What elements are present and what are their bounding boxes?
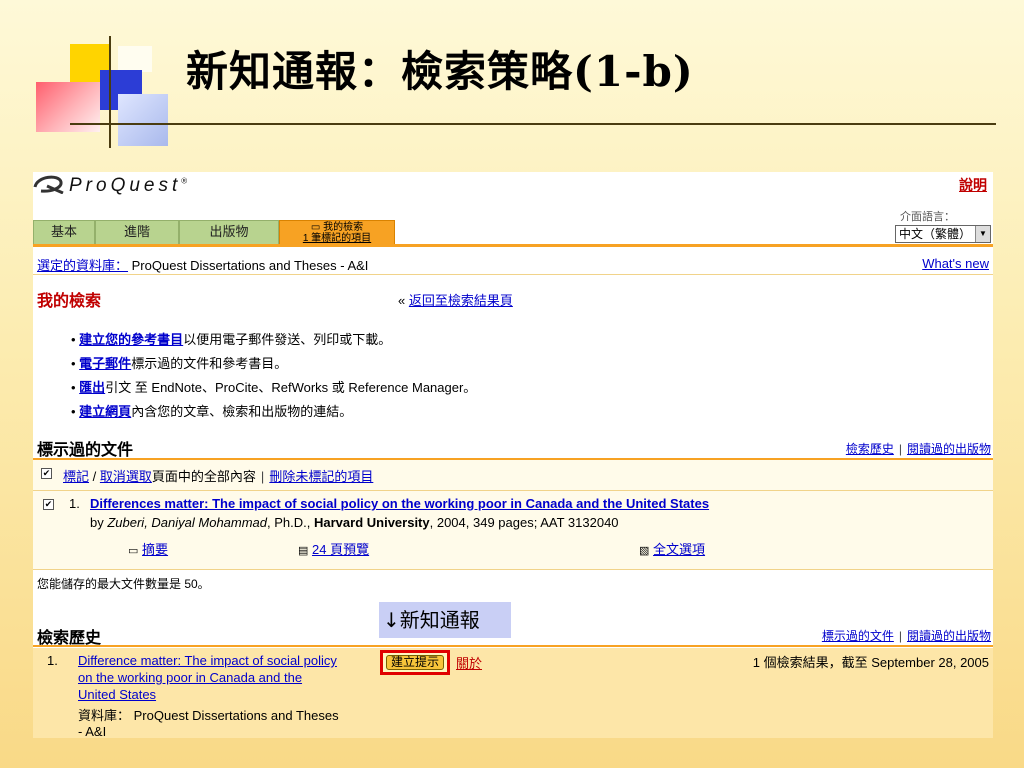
mark-all-checkbox[interactable]: ✔ bbox=[41, 468, 52, 479]
delete-unmarked-link[interactable]: 刪除未標記的項目 bbox=[269, 469, 373, 484]
mark-link[interactable]: 標記 bbox=[63, 469, 89, 484]
chevron-down-icon[interactable]: ▼ bbox=[975, 226, 990, 242]
citation-school: Harvard University bbox=[314, 515, 430, 530]
interface-language-label: 介面語言： bbox=[900, 211, 955, 223]
history-query-link-line2[interactable]: on the working poor in Canada and the bbox=[78, 670, 302, 685]
fulltext-action: ▧ 全文選項 bbox=[639, 539, 705, 558]
list-item: • 建立您的參考書目以便用電子郵件發送、列印或下載。 bbox=[71, 332, 392, 347]
history-database-line2: - A&I bbox=[78, 724, 107, 738]
list-item: • 匯出引文 至 EndNote、ProCite、RefWorks 或 Refe… bbox=[71, 380, 477, 395]
history-query-link-line3[interactable]: United States bbox=[78, 687, 156, 702]
export-link[interactable]: 匯出 bbox=[79, 380, 105, 395]
proquest-swoosh-icon bbox=[33, 175, 64, 194]
mark-all-controls: 標記 / 取消選取頁面中的全部內容 | 刪除未標記的項目 bbox=[63, 469, 374, 484]
citation-by: by bbox=[90, 515, 108, 530]
slash-separator: / bbox=[92, 469, 97, 484]
help-link[interactable]: 說明 bbox=[959, 175, 987, 195]
back-to-results: « 返回至檢索結果頁 bbox=[398, 290, 513, 309]
decor-white-square bbox=[118, 46, 152, 72]
abstract-link[interactable]: 摘要 bbox=[142, 542, 168, 557]
search-history-nav: 標示過的文件 | 閱讀過的出版物 bbox=[821, 629, 991, 643]
pages-icon: ▤ bbox=[298, 545, 309, 557]
search-history-link[interactable]: 檢索歷史 bbox=[846, 442, 894, 456]
document-citation: by Zuberi, Daniyal Mohammad, Ph.D., Harv… bbox=[90, 515, 619, 530]
proquest-screenshot: ProQuest® 說明 介面語言： 中文（繁體） ▼ 基本 進階 出版物 ▭ … bbox=[33, 172, 993, 738]
database-bar: 選定的資料庫： ProQuest Dissertations and These… bbox=[37, 255, 368, 274]
create-alert-button[interactable]: 建立提示 bbox=[386, 655, 444, 670]
list-item: • 電子郵件標示過的文件和參考書目。 bbox=[71, 356, 288, 371]
tabs-underline bbox=[33, 244, 993, 247]
create-bibliography-link[interactable]: 建立您的參考書目 bbox=[79, 332, 183, 347]
history-database: 資料庫： ProQuest Dissertations and Theses bbox=[78, 705, 339, 724]
back-to-results-link[interactable]: 返回至檢索結果頁 bbox=[409, 293, 513, 308]
max-documents-note: 您能儲存的最大文件數量是 50。 bbox=[37, 577, 210, 591]
tab-basic[interactable]: 基本 bbox=[33, 220, 95, 244]
fulltext-options-link[interactable]: 全文選項 bbox=[653, 542, 705, 557]
document-icon: ▭ bbox=[128, 545, 139, 557]
history-number: 1. bbox=[47, 653, 58, 668]
document-title-link[interactable]: Differences matter: The impact of social… bbox=[90, 496, 709, 511]
decor-horizontal-line bbox=[70, 123, 996, 125]
divider bbox=[33, 569, 993, 570]
selected-database-value: ProQuest Dissertations and Theses - A&I bbox=[131, 258, 369, 273]
tab-my-search[interactable]: ▭ 我的檢索 1 筆標記的項目 bbox=[279, 220, 395, 244]
page-preview-link[interactable]: 24 頁預覽 bbox=[312, 542, 369, 557]
create-alert-highlight: 建立提示 bbox=[380, 650, 450, 675]
decor-vertical-line bbox=[109, 36, 111, 148]
about-link[interactable]: 關於 bbox=[456, 653, 482, 672]
citation-author: Zuberi, Daniyal Mohammad bbox=[107, 515, 268, 530]
citation-degree: , Ph.D., bbox=[267, 515, 314, 530]
marked-docs-nav: 檢索歷史 | 閱讀過的出版物 bbox=[845, 442, 991, 456]
interface-language-select[interactable]: 中文（繁體） ▼ bbox=[895, 225, 991, 243]
language-selected-value: 中文（繁體） bbox=[899, 227, 972, 241]
folder-icon: ▭ bbox=[310, 222, 321, 233]
email-link[interactable]: 電子郵件 bbox=[79, 356, 131, 371]
proquest-logo[interactable]: ProQuest® bbox=[33, 174, 191, 197]
history-result-summary: 1 個檢索結果，截至 September 28, 2005 bbox=[752, 655, 989, 670]
back-arrow-icon: « bbox=[398, 293, 406, 308]
selected-database-link[interactable]: 選定的資料庫： bbox=[37, 258, 128, 273]
read-publications-link[interactable]: 閱讀過的出版物 bbox=[907, 629, 991, 643]
decor-lightblue-square bbox=[118, 94, 168, 146]
divider bbox=[33, 274, 993, 275]
document-checkbox[interactable]: ✔ bbox=[43, 499, 54, 510]
mark-rest-text: 頁面中的全部內容 bbox=[151, 469, 256, 484]
read-publications-link[interactable]: 閱讀過的出版物 bbox=[907, 442, 991, 456]
logo-text: ProQuest bbox=[69, 175, 182, 196]
abstract-action: ▭ 摘要 bbox=[128, 539, 168, 558]
slide-title: 新知通報：檢索策略(1-b) bbox=[186, 47, 694, 96]
citation-rest: , 2004, 349 pages; AAT 3132040 bbox=[429, 515, 619, 530]
history-database-label: 資料庫： bbox=[78, 708, 131, 723]
tab-publications[interactable]: 出版物 bbox=[179, 220, 279, 244]
tab-advanced[interactable]: 進階 bbox=[95, 220, 179, 244]
history-database-value: ProQuest Dissertations and Theses bbox=[133, 708, 339, 723]
marked-documents-link[interactable]: 標示過的文件 bbox=[822, 629, 894, 643]
tab-my-search-count: 1 筆標記的項目 bbox=[302, 233, 372, 244]
divider bbox=[33, 645, 993, 647]
history-query-link[interactable]: Difference matter: The impact of social … bbox=[78, 653, 337, 668]
my-search-heading: 我的檢索 bbox=[37, 293, 102, 310]
document-number: 1. bbox=[69, 496, 80, 511]
bullet-text: 以便用電子郵件發送、列印或下載。 bbox=[183, 332, 392, 347]
create-webpage-link[interactable]: 建立網頁 bbox=[79, 404, 131, 419]
new-alert-callout: ↓新知通報 bbox=[379, 602, 511, 638]
marked-documents-heading: 標示過的文件 bbox=[37, 442, 134, 459]
unmark-link[interactable]: 取消選取 bbox=[100, 469, 152, 484]
list-item: • 建立網頁內含您的文章、檢索和出版物的連結。 bbox=[71, 404, 353, 419]
tab-my-search-label: 我的檢索 bbox=[323, 222, 364, 233]
bullet-text: 標示過的文件和參考書目。 bbox=[131, 356, 288, 371]
bullet-text: 內含您的文章、檢索和出版物的連結。 bbox=[131, 404, 353, 419]
preview-action: ▤ 24 頁預覽 bbox=[298, 539, 369, 558]
bullet-text: 引文 至 EndNote、ProCite、RefWorks 或 Referenc… bbox=[105, 380, 477, 395]
fulltext-icon: ▧ bbox=[639, 545, 650, 557]
whats-new-link[interactable]: What's new bbox=[922, 256, 989, 271]
